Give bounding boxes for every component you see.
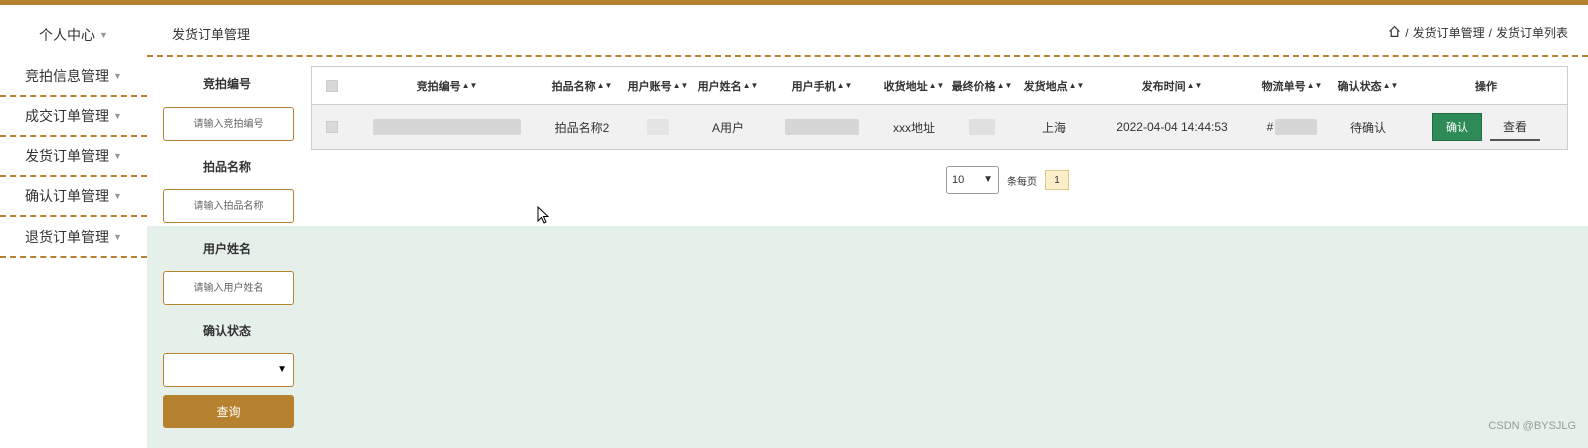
sort-icon: ▲▼ <box>742 81 759 90</box>
sidebar: 个人中心 ▼ 竞拍信息管理 ▼ 成交订单管理 ▼ 发货订单管理 ▼ 确认订单管理… <box>0 5 147 448</box>
page-title: 发货订单管理 <box>172 27 251 42</box>
col-publish-time[interactable]: 发布时间 ▲▼ <box>1090 67 1254 104</box>
user-name-label: 用户姓名 <box>202 242 251 256</box>
sidebar-item-return-orders[interactable]: 退货订单管理 ▼ <box>0 218 147 258</box>
confirm-button[interactable]: 确认 <box>1432 113 1482 141</box>
auction-no-input[interactable] <box>163 107 294 141</box>
sidebar-item-label: 退货订单管理 <box>25 229 110 245</box>
cell-item-name: 拍品名称2 <box>554 120 610 135</box>
col-item-name[interactable]: 拍品名称 ▲▼ <box>542 67 622 104</box>
sort-icon: ▲▼ <box>1068 81 1085 90</box>
sidebar-item-confirm-orders[interactable]: 确认订单管理 ▼ <box>0 177 147 217</box>
content-background <box>147 226 1588 448</box>
sort-icon: ▲▼ <box>1382 81 1399 90</box>
cell-publish-time: 2022-04-04 14:44:53 <box>1116 120 1228 134</box>
caret-down-icon: ▼ <box>113 232 122 242</box>
item-name-input[interactable] <box>163 189 294 223</box>
user-name-input[interactable] <box>163 271 294 305</box>
col-user-phone[interactable]: 用户手机 ▲▼ <box>762 67 882 104</box>
cell-actions: 确认 查看 <box>1406 105 1566 149</box>
cell-confirm-status: 待确认 <box>1349 120 1386 135</box>
cell-address: xxx地址 <box>892 120 935 135</box>
sort-icon: ▲▼ <box>996 81 1013 90</box>
cell-logistics-no: # <box>1254 105 1330 149</box>
row-checkbox[interactable] <box>312 105 352 149</box>
cell-user-phone-redacted <box>762 105 882 149</box>
cell-ship-place: 上海 <box>1041 120 1066 135</box>
caret-down-icon: ▼ <box>113 111 122 121</box>
sort-icon: ▲▼ <box>596 81 613 90</box>
col-user-name[interactable]: 用户姓名 ▲▼ <box>694 67 762 104</box>
breadcrumb: / 发货订单管理 / 发货订单列表 <box>1388 24 1568 41</box>
col-address[interactable]: 收货地址 ▲▼ <box>882 67 946 104</box>
breadcrumb-item[interactable]: 发货订单管理 <box>1413 24 1485 41</box>
col-logistics-no[interactable]: 物流单号 ▲▼ <box>1254 67 1330 104</box>
orders-table: 竞拍编号 ▲▼ 拍品名称 ▲▼ 用户账号 ▲▼ 用户姓名 ▲▼ 用户手机 ▲▼ 收货地址 ▲… <box>311 66 1568 150</box>
sort-icon: ▲▼ <box>672 81 689 90</box>
sidebar-item-label: 成交订单管理 <box>25 108 110 124</box>
query-button[interactable]: 查询 <box>163 395 294 428</box>
chevron-down-icon: ▼ <box>277 364 287 375</box>
auction-no-label: 竞拍编号 <box>202 77 251 91</box>
table-row: 拍品名称2 A用户 xxx地址 上海 2022-04-04 14:44:53 #… <box>312 105 1567 149</box>
mouse-cursor-icon <box>537 205 550 229</box>
chevron-down-icon: ▼ <box>983 174 993 185</box>
sidebar-item-label: 确认订单管理 <box>25 188 110 204</box>
sidebar-item-shipping-orders[interactable]: 发货订单管理 ▼ <box>0 137 147 177</box>
sidebar-item-label: 竞拍信息管理 <box>25 68 110 84</box>
caret-down-icon: ▼ <box>113 191 122 201</box>
sort-icon: ▲▼ <box>1186 81 1203 90</box>
top-accent-bar <box>0 0 1588 5</box>
header-divider <box>147 55 1588 57</box>
view-button[interactable]: 查看 <box>1490 113 1540 141</box>
sort-icon: ▲▼ <box>461 81 478 90</box>
table-header: 竞拍编号 ▲▼ 拍品名称 ▲▼ 用户账号 ▲▼ 用户姓名 ▲▼ 用户手机 ▲▼ 收货地址 ▲… <box>312 67 1567 105</box>
item-name-label: 拍品名称 <box>202 160 251 174</box>
breadcrumb-sep: / <box>1488 25 1492 40</box>
sidebar-item-deal-orders[interactable]: 成交订单管理 ▼ <box>0 97 147 137</box>
col-ship-place[interactable]: 发货地点 ▲▼ <box>1018 67 1090 104</box>
confirm-status-label: 确认状态 <box>202 324 251 338</box>
col-final-price[interactable]: 最终价格 ▲▼ <box>946 67 1018 104</box>
sort-icon: ▲▼ <box>1306 81 1323 90</box>
sidebar-item-personal-center[interactable]: 个人中心 ▼ <box>0 15 147 55</box>
col-confirm-status[interactable]: 确认状态 ▲▼ <box>1330 67 1406 104</box>
breadcrumb-sep: / <box>1405 25 1409 40</box>
cell-final-price-redacted <box>946 105 1018 149</box>
cell-auction-no-redacted <box>352 105 542 149</box>
select-all-checkbox[interactable] <box>312 67 352 104</box>
watermark: CSDN @BYSJLG <box>1488 420 1576 432</box>
sidebar-item-label: 发货订单管理 <box>25 148 110 164</box>
per-page-label: 条每页 <box>1007 176 1037 188</box>
page-number-current[interactable]: 1 <box>1045 170 1069 190</box>
col-auction-no[interactable]: 竞拍编号 ▲▼ <box>352 67 542 104</box>
sort-icon: ▲▼ <box>836 81 853 90</box>
caret-down-icon: ▼ <box>113 151 122 161</box>
page-size-select[interactable]: 10 ▼ <box>946 166 999 194</box>
sidebar-item-auction-info[interactable]: 竞拍信息管理 ▼ <box>0 57 147 97</box>
pagination: 10 ▼ 条每页 1 <box>946 166 1069 194</box>
breadcrumb-item-current: 发货订单列表 <box>1495 26 1568 40</box>
col-actions: 操作 <box>1475 80 1497 93</box>
caret-down-icon: ▼ <box>113 71 122 81</box>
col-user-account[interactable]: 用户账号 ▲▼ <box>622 67 694 104</box>
confirm-status-select[interactable]: ▼ <box>163 353 294 387</box>
cell-user-name: A用户 <box>711 120 744 135</box>
sidebar-item-label: 个人中心 <box>39 27 96 43</box>
home-icon[interactable] <box>1388 25 1401 41</box>
caret-down-icon: ▼ <box>99 30 108 40</box>
cell-user-account-redacted <box>622 105 694 149</box>
sort-icon: ▲▼ <box>928 81 945 90</box>
